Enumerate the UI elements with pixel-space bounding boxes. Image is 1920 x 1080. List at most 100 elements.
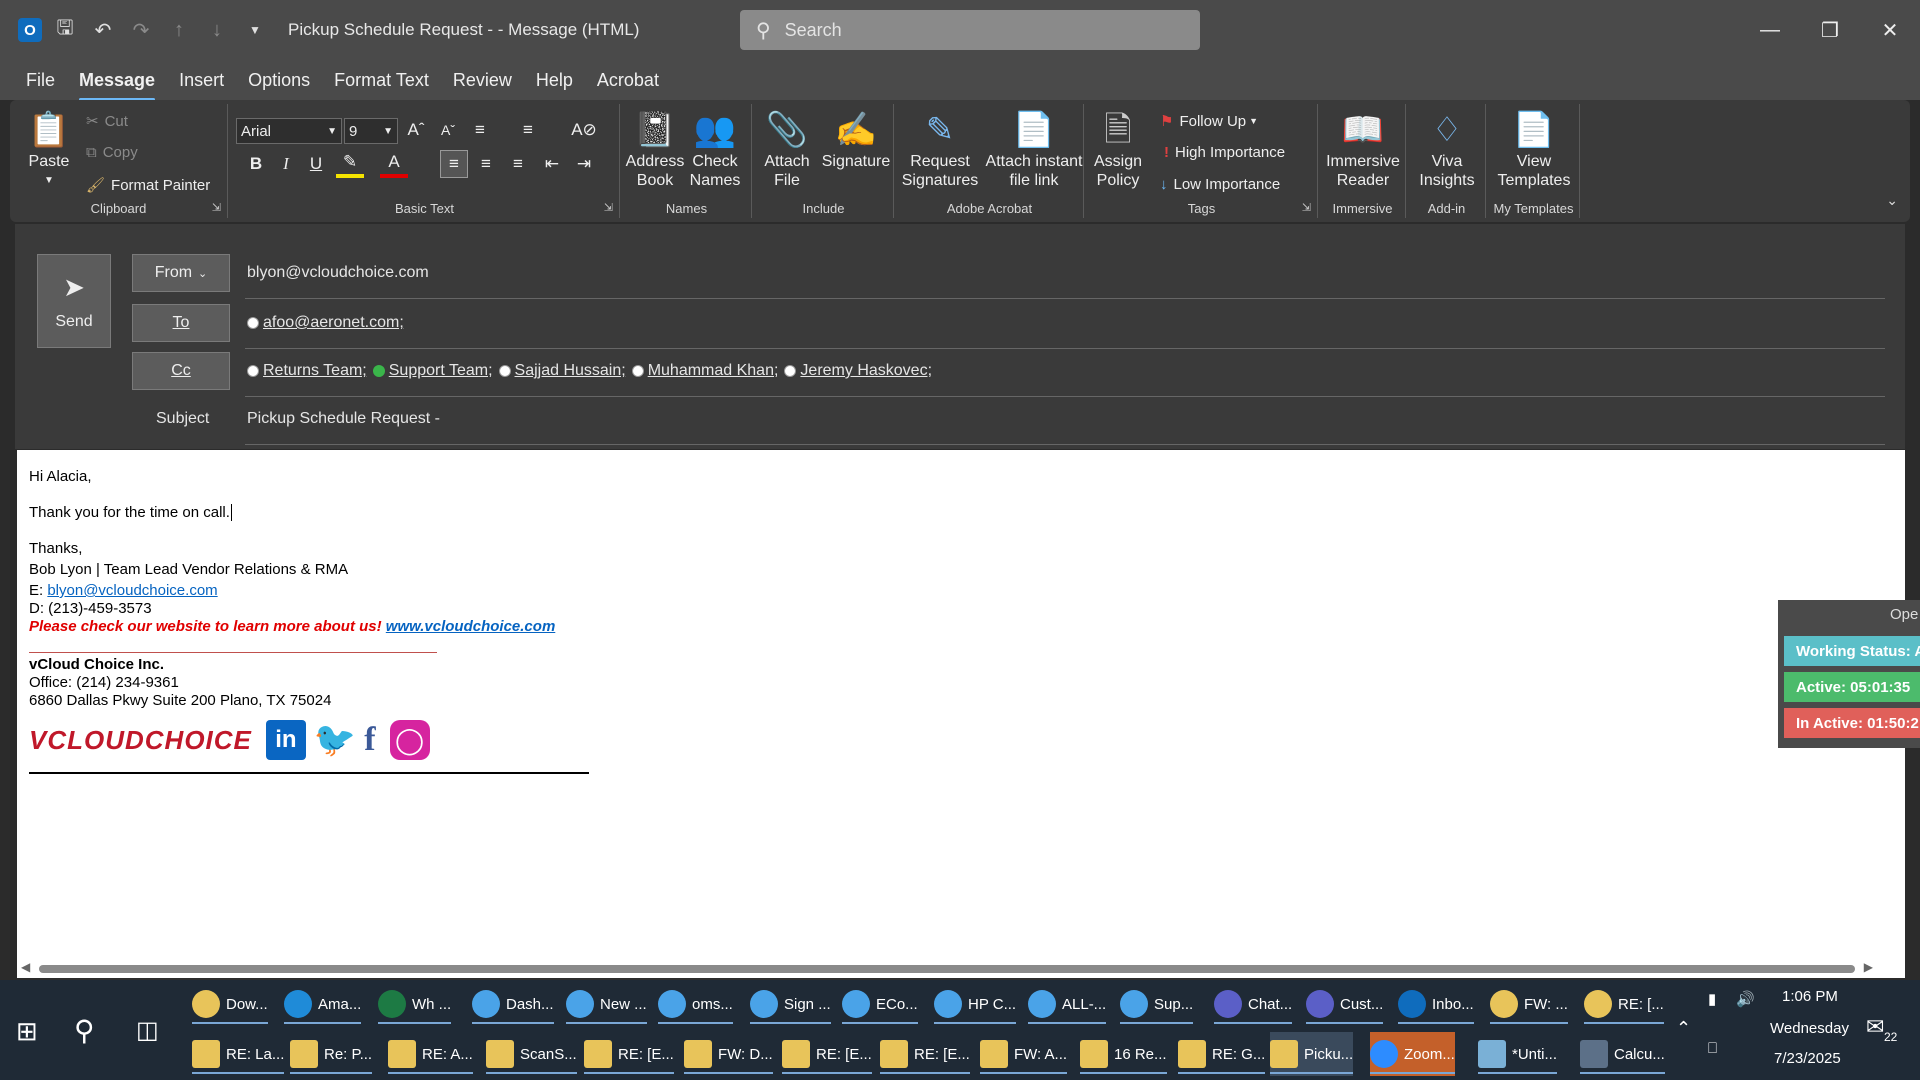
taskbar-app-button[interactable]: *Unti... <box>1478 1032 1558 1076</box>
decrease-indent-icon[interactable]: ⇤ <box>538 150 566 178</box>
recipient[interactable]: Returns Team; <box>247 362 367 380</box>
message-body[interactable]: Hi Alacia, Thank you for the time on cal… <box>17 450 1905 978</box>
taskbar-app-button[interactable]: Calcu... <box>1580 1032 1665 1076</box>
align-center-icon[interactable]: ≡ <box>472 150 500 178</box>
assign-policy-button[interactable]: 🗎 Assign Policy <box>1088 108 1148 190</box>
taskbar-app-button[interactable]: FW: A... <box>980 1032 1068 1076</box>
high-importance-button[interactable]: ! High Importance <box>1164 144 1285 161</box>
taskbar-app-button[interactable]: HP C... <box>934 982 1017 1026</box>
clock-day[interactable]: Wednesday <box>1770 1020 1849 1037</box>
task-view-icon[interactable]: ◫ <box>136 1016 159 1045</box>
facebook-icon[interactable]: f <box>364 721 375 759</box>
volume-icon[interactable]: 🔊 <box>1736 990 1755 1008</box>
from-button[interactable]: From ⌄ <box>132 254 230 292</box>
redo-icon[interactable]: ↷ <box>126 15 156 45</box>
taskbar-app-button[interactable]: Wh ... <box>378 982 452 1026</box>
taskbar-app-button[interactable]: Sup... <box>1120 982 1194 1026</box>
taskbar-app-button[interactable]: Dow... <box>192 982 268 1026</box>
twitter-icon[interactable]: 🐦 <box>314 720 356 760</box>
cc-button[interactable]: Cc <box>132 352 230 390</box>
recipient[interactable]: Muhammad Khan; <box>631 362 778 380</box>
taskbar-app-button[interactable]: Ama... <box>284 982 362 1026</box>
address-book-button[interactable]: 📓 Address Book <box>626 108 685 190</box>
italic-icon[interactable]: I <box>272 150 300 178</box>
recipient[interactable]: Sajjad Hussain; <box>498 362 626 380</box>
dialog-launcher-icon[interactable]: ⇲ <box>212 201 221 214</box>
taskbar-app-button[interactable]: RE: [E... <box>782 1032 872 1076</box>
taskbar-app-button[interactable]: RE: A... <box>388 1032 473 1076</box>
scroll-right-icon[interactable]: ▶ <box>1864 960 1873 974</box>
minimize-button[interactable]: — <box>1740 10 1800 50</box>
taskbar-app-button[interactable]: ECo... <box>842 982 918 1026</box>
check-names-button[interactable]: 👥 Check Names <box>686 108 744 190</box>
search-input[interactable]: ⚲ Search <box>740 10 1200 50</box>
recipient[interactable]: Jeremy Haskovec; <box>784 362 932 380</box>
underline-icon[interactable]: U <box>302 150 330 178</box>
cut-button[interactable]: ✂ Cut <box>86 112 128 131</box>
recipient[interactable]: afoo@aeronet.com; <box>247 314 404 332</box>
dialog-launcher-icon[interactable]: ⇲ <box>1302 201 1311 214</box>
recipient[interactable]: Support Team; <box>372 362 493 380</box>
taskbar-app-button[interactable]: New ... <box>566 982 647 1026</box>
horizontal-scrollbar[interactable]: ◀ ▶ <box>17 960 1877 978</box>
numbering-icon[interactable]: ≡ <box>514 116 542 144</box>
network-icon[interactable]: ⎕ <box>1708 1040 1717 1057</box>
request-signatures-button[interactable]: ✎ Request Signatures <box>898 108 982 190</box>
tab-acrobat[interactable]: Acrobat <box>597 66 659 95</box>
taskbar-app-button[interactable]: Inbo... <box>1398 982 1474 1026</box>
paste-button[interactable]: 📋 Paste ▼ <box>24 108 74 190</box>
taskbar-app-button[interactable]: RE: [... <box>1584 982 1664 1026</box>
grow-font-icon[interactable]: Aˆ <box>402 116 430 144</box>
attach-file-button[interactable]: 📎 Attach File <box>756 108 818 190</box>
font-size-select[interactable]: 9 ▼ <box>344 118 398 144</box>
clock-time[interactable]: 1:06 PM <box>1782 988 1838 1005</box>
tab-file[interactable]: File <box>26 66 55 95</box>
linkedin-icon[interactable]: in <box>265 720 306 760</box>
taskbar-app-button[interactable]: RE: La... <box>192 1032 285 1076</box>
taskbar-app-button[interactable]: Sign ... <box>750 982 831 1026</box>
increase-indent-icon[interactable]: ⇥ <box>570 150 598 178</box>
tab-insert[interactable]: Insert <box>179 66 224 95</box>
view-templates-button[interactable]: 📄 View Templates <box>1492 108 1576 190</box>
immersive-reader-button[interactable]: 📖 Immersive Reader <box>1322 108 1404 190</box>
viva-insights-button[interactable]: ♢ Viva Insights <box>1412 108 1482 190</box>
signature-button[interactable]: ✍ Signature <box>818 108 894 171</box>
battery-icon[interactable]: ▮ <box>1708 990 1716 1008</box>
taskbar-app-button[interactable]: Cust... <box>1306 982 1384 1026</box>
taskbar-app-button[interactable]: 16 Re... <box>1080 1032 1167 1076</box>
taskbar-app-button[interactable]: ScanS... <box>486 1032 577 1076</box>
taskbar-app-button[interactable]: Dash... <box>472 982 554 1026</box>
copy-button[interactable]: ⧉ Copy <box>86 144 138 161</box>
taskbar-app-button[interactable]: FW: D... <box>684 1032 773 1076</box>
font-color-icon[interactable]: A <box>380 150 408 178</box>
collapse-ribbon-icon[interactable]: ⌄ <box>1886 192 1898 209</box>
windows-start-icon[interactable]: ⊞ <box>16 1016 38 1047</box>
subject-field[interactable]: Pickup Schedule Request - <box>247 410 440 428</box>
taskbar-app-button[interactable]: FW: ... <box>1490 982 1568 1026</box>
clear-formatting-icon[interactable]: A⊘ <box>570 116 598 144</box>
search-icon[interactable]: ⚲ <box>74 1014 95 1047</box>
down-arrow-icon[interactable]: ↓ <box>202 15 232 45</box>
scroll-thumb[interactable] <box>39 965 1855 973</box>
align-right-icon[interactable]: ≡ <box>504 150 532 178</box>
dialog-launcher-icon[interactable]: ⇲ <box>604 201 613 214</box>
taskbar-app-button[interactable]: RE: [E... <box>584 1032 674 1076</box>
send-button[interactable]: ➤ Send <box>37 254 111 348</box>
tab-format-text[interactable]: Format Text <box>334 66 429 95</box>
chevron-up-icon[interactable]: ⌃ <box>1676 1018 1691 1039</box>
notification-icon[interactable]: ✉ <box>1866 1014 1884 1040</box>
font-name-select[interactable]: Arial ▼ <box>236 118 342 144</box>
taskbar-app-button[interactable]: RE: G... <box>1178 1032 1266 1076</box>
email-link[interactable]: blyon@vcloudchoice.com <box>47 582 217 599</box>
highlight-icon[interactable]: ✎ <box>336 150 364 178</box>
tab-message[interactable]: Message <box>79 66 156 101</box>
bold-icon[interactable]: B <box>242 150 270 178</box>
up-arrow-icon[interactable]: ↑ <box>164 15 194 45</box>
align-left-icon[interactable]: ≡ <box>440 150 468 178</box>
shrink-font-icon[interactable]: Aˇ <box>434 116 462 144</box>
taskbar-app-button[interactable]: Picku... <box>1270 1032 1354 1076</box>
low-importance-button[interactable]: ↓ Low Importance <box>1160 176 1280 193</box>
instagram-icon[interactable]: ◯ <box>389 720 430 760</box>
from-field[interactable]: blyon@vcloudchoice.com <box>247 264 429 282</box>
attach-instant-button[interactable]: 📄 Attach instant file link <box>982 108 1086 190</box>
